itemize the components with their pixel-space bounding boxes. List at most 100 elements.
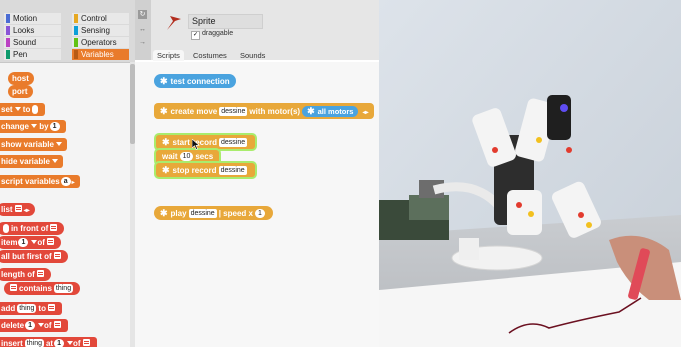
category-control[interactable]: Control bbox=[72, 13, 129, 24]
variable-port-label: port bbox=[12, 87, 28, 96]
tab-costumes[interactable]: Costumes bbox=[189, 50, 231, 61]
set-value-slot[interactable] bbox=[32, 105, 39, 114]
arrows-icon[interactable]: ◂▸ bbox=[362, 105, 368, 121]
add-value[interactable]: thing bbox=[17, 304, 37, 313]
draggable-checkbox[interactable]: ✓ bbox=[191, 31, 200, 40]
change-variable-block[interactable]: change by 1 bbox=[0, 120, 66, 133]
list-icon bbox=[10, 284, 17, 291]
all-but-first-reporter[interactable]: all but first of bbox=[0, 250, 68, 263]
at-label: at bbox=[45, 339, 54, 347]
category-sound[interactable]: Sound bbox=[4, 37, 61, 48]
list-icon bbox=[47, 304, 55, 311]
robot-icon: ✱ bbox=[162, 137, 170, 147]
insert-value[interactable]: thing bbox=[24, 339, 44, 347]
robot-icon: ✱ bbox=[160, 106, 168, 116]
item-of-reporter[interactable]: item 1 of bbox=[0, 236, 61, 249]
tab-sounds[interactable]: Sounds bbox=[236, 50, 269, 61]
create-move-block[interactable]: ✱ create move dessine with motor(s) ✱ all mot… bbox=[154, 103, 375, 121]
wait-value[interactable]: 10 bbox=[179, 152, 194, 161]
variable-port[interactable]: port bbox=[8, 85, 33, 98]
all-but-first-label: all but first of bbox=[1, 252, 52, 261]
list-icon bbox=[46, 238, 54, 245]
speed-label: | speed x bbox=[218, 209, 253, 218]
length-of-reporter[interactable]: length of bbox=[0, 268, 51, 281]
category-pen[interactable]: Pen bbox=[4, 49, 61, 60]
contains-value[interactable]: thing bbox=[53, 284, 74, 293]
show-variable-label: show variable bbox=[1, 140, 54, 149]
category-sensing[interactable]: Sensing bbox=[72, 25, 129, 36]
script-variables-label: script variables bbox=[1, 177, 60, 186]
category-variables[interactable]: Variables bbox=[72, 49, 129, 60]
to-label: to bbox=[22, 105, 31, 114]
robot-photo bbox=[379, 0, 681, 347]
dropdown-icon[interactable] bbox=[55, 142, 62, 146]
show-variable-block[interactable]: show variable bbox=[0, 138, 67, 151]
add-to-list-block[interactable]: add thing to bbox=[0, 302, 62, 315]
app-window: Motion Control Looks Sensing Sound Opera… bbox=[0, 0, 681, 347]
no-rotate-icon[interactable]: → bbox=[138, 38, 147, 47]
rotate-icon[interactable]: ↻ bbox=[138, 10, 147, 19]
rotation-style-buttons: ↻ ↔ → bbox=[135, 0, 151, 60]
play-name[interactable]: dessine bbox=[188, 209, 217, 218]
in-front-of-reporter[interactable]: in front of bbox=[0, 222, 65, 235]
tab-scripts[interactable]: Scripts bbox=[153, 50, 184, 61]
dropdown-icon[interactable] bbox=[31, 124, 38, 128]
play-move-block[interactable]: ✱ play dessine | speed x1 bbox=[154, 206, 273, 220]
delete-of-list-block[interactable]: delete 1 of bbox=[0, 319, 68, 332]
of-label: of bbox=[44, 321, 52, 330]
sprite-name-field[interactable]: Sprite bbox=[188, 14, 263, 29]
arrows-icon[interactable]: ◂▸ bbox=[24, 208, 30, 214]
insert-at-list-block[interactable]: insert thing at 1 of bbox=[0, 337, 97, 347]
list-reporter[interactable]: list ◂▸ bbox=[0, 203, 35, 216]
stop-record-label: stop record bbox=[172, 166, 217, 175]
category-looks[interactable]: Looks bbox=[4, 25, 61, 36]
start-record-block[interactable]: ✱ start record dessine bbox=[156, 135, 256, 149]
variable-host-label: host bbox=[12, 74, 29, 83]
stop-record-block[interactable]: ✱ stop record dessine bbox=[156, 163, 255, 177]
with-motors-label: with motor(s) bbox=[249, 107, 301, 116]
flip-icon[interactable]: ↔ bbox=[138, 25, 147, 34]
list-icon bbox=[53, 252, 61, 259]
variable-host[interactable]: host bbox=[8, 72, 34, 85]
create-move-name[interactable]: dessine bbox=[219, 107, 248, 116]
in-front-of-slot[interactable] bbox=[3, 224, 9, 233]
set-variable-block[interactable]: set to bbox=[0, 103, 46, 116]
all-motors-label: all motors bbox=[317, 107, 354, 116]
script-variable-name[interactable]: a bbox=[60, 177, 71, 186]
of-label: of bbox=[73, 339, 81, 347]
category-motion[interactable]: Motion bbox=[4, 13, 61, 24]
play-label: play bbox=[170, 209, 187, 218]
robot-icon: ✱ bbox=[162, 165, 170, 175]
secs-label: secs bbox=[195, 152, 214, 161]
contains-predicate[interactable]: contains thing bbox=[4, 282, 81, 295]
start-record-name[interactable]: dessine bbox=[219, 138, 248, 147]
of-label: of bbox=[37, 238, 45, 247]
create-move-label: create move bbox=[170, 107, 218, 116]
test-connection-block[interactable]: ✱ test connection bbox=[154, 74, 236, 88]
dropdown-icon[interactable] bbox=[14, 107, 21, 111]
change-by-value[interactable]: 1 bbox=[49, 122, 60, 131]
block-palette: Motion Control Looks Sensing Sound Opera… bbox=[0, 0, 135, 347]
scripts-area[interactable]: ✱ test connection ✱ create move dessine with… bbox=[135, 62, 379, 347]
item-index[interactable]: 1 bbox=[18, 238, 29, 247]
insert-index[interactable]: 1 bbox=[54, 339, 65, 347]
list-icon bbox=[82, 339, 90, 346]
delete-index[interactable]: 1 bbox=[25, 321, 36, 330]
category-selector: Motion Control Looks Sensing Sound Opera… bbox=[0, 0, 135, 63]
all-motors-reporter[interactable]: ✱ all motors bbox=[302, 106, 359, 117]
delete-label: delete bbox=[1, 321, 25, 330]
robot-icon: ✱ bbox=[160, 208, 168, 218]
script-variables-block[interactable]: script variables a ▸ bbox=[0, 175, 80, 188]
list-icon bbox=[36, 270, 44, 277]
speed-value[interactable]: 1 bbox=[254, 209, 265, 218]
dropdown-icon[interactable] bbox=[51, 159, 58, 163]
arrow-right-icon[interactable]: ▸ bbox=[72, 180, 75, 186]
by-label: by bbox=[39, 122, 49, 131]
hide-variable-block[interactable]: hide variable bbox=[0, 155, 63, 168]
to-label: to bbox=[38, 304, 46, 313]
stop-record-name[interactable]: dessine bbox=[218, 166, 247, 175]
test-connection-label: test connection bbox=[170, 77, 230, 86]
in-front-of-label: in front of bbox=[10, 224, 49, 233]
wait-secs-block[interactable]: wait 10 secs bbox=[156, 150, 220, 164]
category-operators[interactable]: Operators bbox=[72, 37, 129, 48]
